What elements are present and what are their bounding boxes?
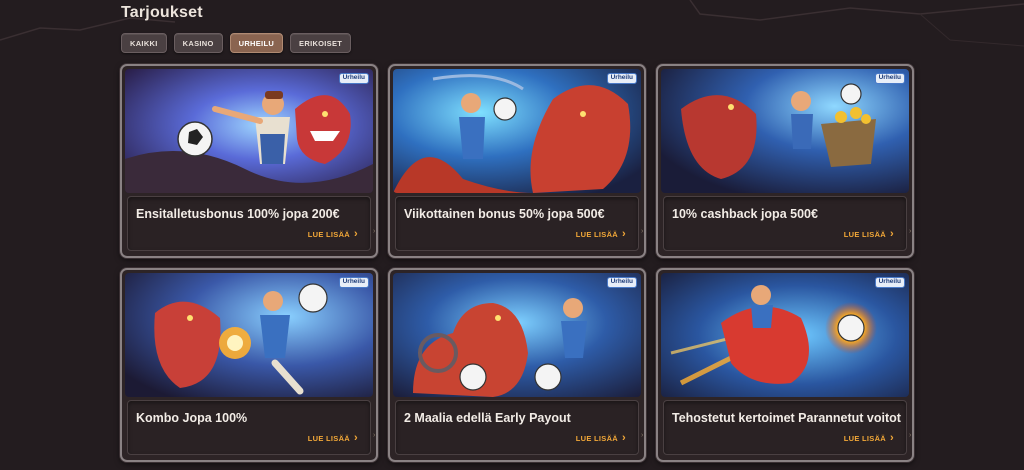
chevron-right-icon: ›	[909, 228, 912, 235]
promo-image: Urheilu	[393, 69, 641, 193]
promo-card-body: 10% cashback jopa 500€ LUE LISÄÄ ›	[663, 196, 907, 251]
promo-title: Viikottainen bonus 50% jopa 500€	[404, 207, 605, 221]
chevron-right-icon: ›	[641, 432, 644, 439]
read-more-label: LUE LISÄÄ	[843, 230, 887, 239]
chevron-right-icon: ›	[373, 228, 376, 235]
chevron-right-icon: ›	[622, 432, 626, 444]
chevron-right-icon: ›	[622, 228, 626, 240]
category-badge: Urheilu	[606, 277, 637, 288]
read-more-link[interactable]: LUE LISÄÄ ›	[576, 433, 626, 444]
chevron-right-icon: ›	[909, 432, 912, 439]
promotions-grid: Urheilu Ensitalletusbonus 100% jopa 200€…	[120, 64, 914, 462]
promo-image: Urheilu	[393, 273, 641, 397]
chevron-right-icon: ›	[373, 432, 376, 439]
read-more-link[interactable]: LUE LISÄÄ ›	[576, 229, 626, 240]
filter-urheilu-button[interactable]: URHEILU	[229, 33, 284, 53]
filter-kasino-button[interactable]: KASINO	[173, 33, 223, 53]
chevron-right-icon: ›	[890, 228, 894, 240]
read-more-label: LUE LISÄÄ	[575, 230, 619, 239]
chevron-right-icon: ›	[890, 432, 894, 444]
chevron-right-icon: ›	[354, 432, 358, 444]
category-badge: Urheilu	[874, 277, 905, 288]
promo-card[interactable]: Urheilu 2 Maalia edellä Early Payout LUE…	[388, 268, 646, 462]
filter-erikoiset-button[interactable]: ERIKOISET	[290, 33, 352, 53]
promo-image: Urheilu	[125, 69, 373, 193]
promo-card-body: Kombo Jopa 100% LUE LISÄÄ ›	[127, 400, 371, 455]
promo-title: Kombo Jopa 100%	[136, 411, 248, 425]
page-title: Tarjoukset	[121, 4, 203, 21]
promo-card-body: Ensitalletusbonus 100% jopa 200€ LUE LIS…	[127, 196, 371, 251]
category-badge: Urheilu	[338, 277, 369, 288]
read-more-link[interactable]: LUE LISÄÄ ›	[308, 433, 358, 444]
promo-card[interactable]: Urheilu Kombo Jopa 100% LUE LISÄÄ › ›	[120, 268, 378, 462]
promo-image: Urheilu	[661, 69, 909, 193]
promo-image: Urheilu	[125, 273, 373, 397]
read-more-label: LUE LISÄÄ	[843, 434, 887, 443]
filter-kaikki-button[interactable]: KAIKKI	[121, 33, 167, 53]
promo-title: Tehostetut kertoimet Parannetut voitot	[672, 411, 901, 425]
category-badge: Urheilu	[338, 73, 369, 84]
promo-card[interactable]: Urheilu Viikottainen bonus 50% jopa 500€…	[388, 64, 646, 258]
promo-card[interactable]: Urheilu Tehostetut kertoimet Parannetut …	[656, 268, 914, 462]
promo-title: Ensitalletusbonus 100% jopa 200€	[136, 207, 340, 221]
promo-card[interactable]: Urheilu 10% cashback jopa 500€ LUE LISÄÄ…	[656, 64, 914, 258]
promo-image: Urheilu	[661, 273, 909, 397]
read-more-link[interactable]: LUE LISÄÄ ›	[308, 229, 358, 240]
filter-bar: KAIKKI KASINO URHEILU ERIKOISET	[121, 33, 352, 53]
category-badge: Urheilu	[606, 73, 637, 84]
promo-card-body: 2 Maalia edellä Early Payout LUE LISÄÄ ›	[395, 400, 639, 455]
promo-title: 10% cashback jopa 500€	[672, 207, 818, 221]
read-more-label: LUE LISÄÄ	[307, 434, 351, 443]
category-badge: Urheilu	[874, 73, 905, 84]
promo-card[interactable]: Urheilu Ensitalletusbonus 100% jopa 200€…	[120, 64, 378, 258]
read-more-label: LUE LISÄÄ	[575, 434, 619, 443]
read-more-link[interactable]: LUE LISÄÄ ›	[844, 229, 894, 240]
promo-title: 2 Maalia edellä Early Payout	[404, 411, 571, 425]
promo-card-body: Tehostetut kertoimet Parannetut voitot L…	[663, 400, 907, 455]
chevron-right-icon: ›	[641, 228, 644, 235]
promo-card-body: Viikottainen bonus 50% jopa 500€ LUE LIS…	[395, 196, 639, 251]
chevron-right-icon: ›	[354, 228, 358, 240]
read-more-link[interactable]: LUE LISÄÄ ›	[844, 433, 894, 444]
read-more-label: LUE LISÄÄ	[307, 230, 351, 239]
